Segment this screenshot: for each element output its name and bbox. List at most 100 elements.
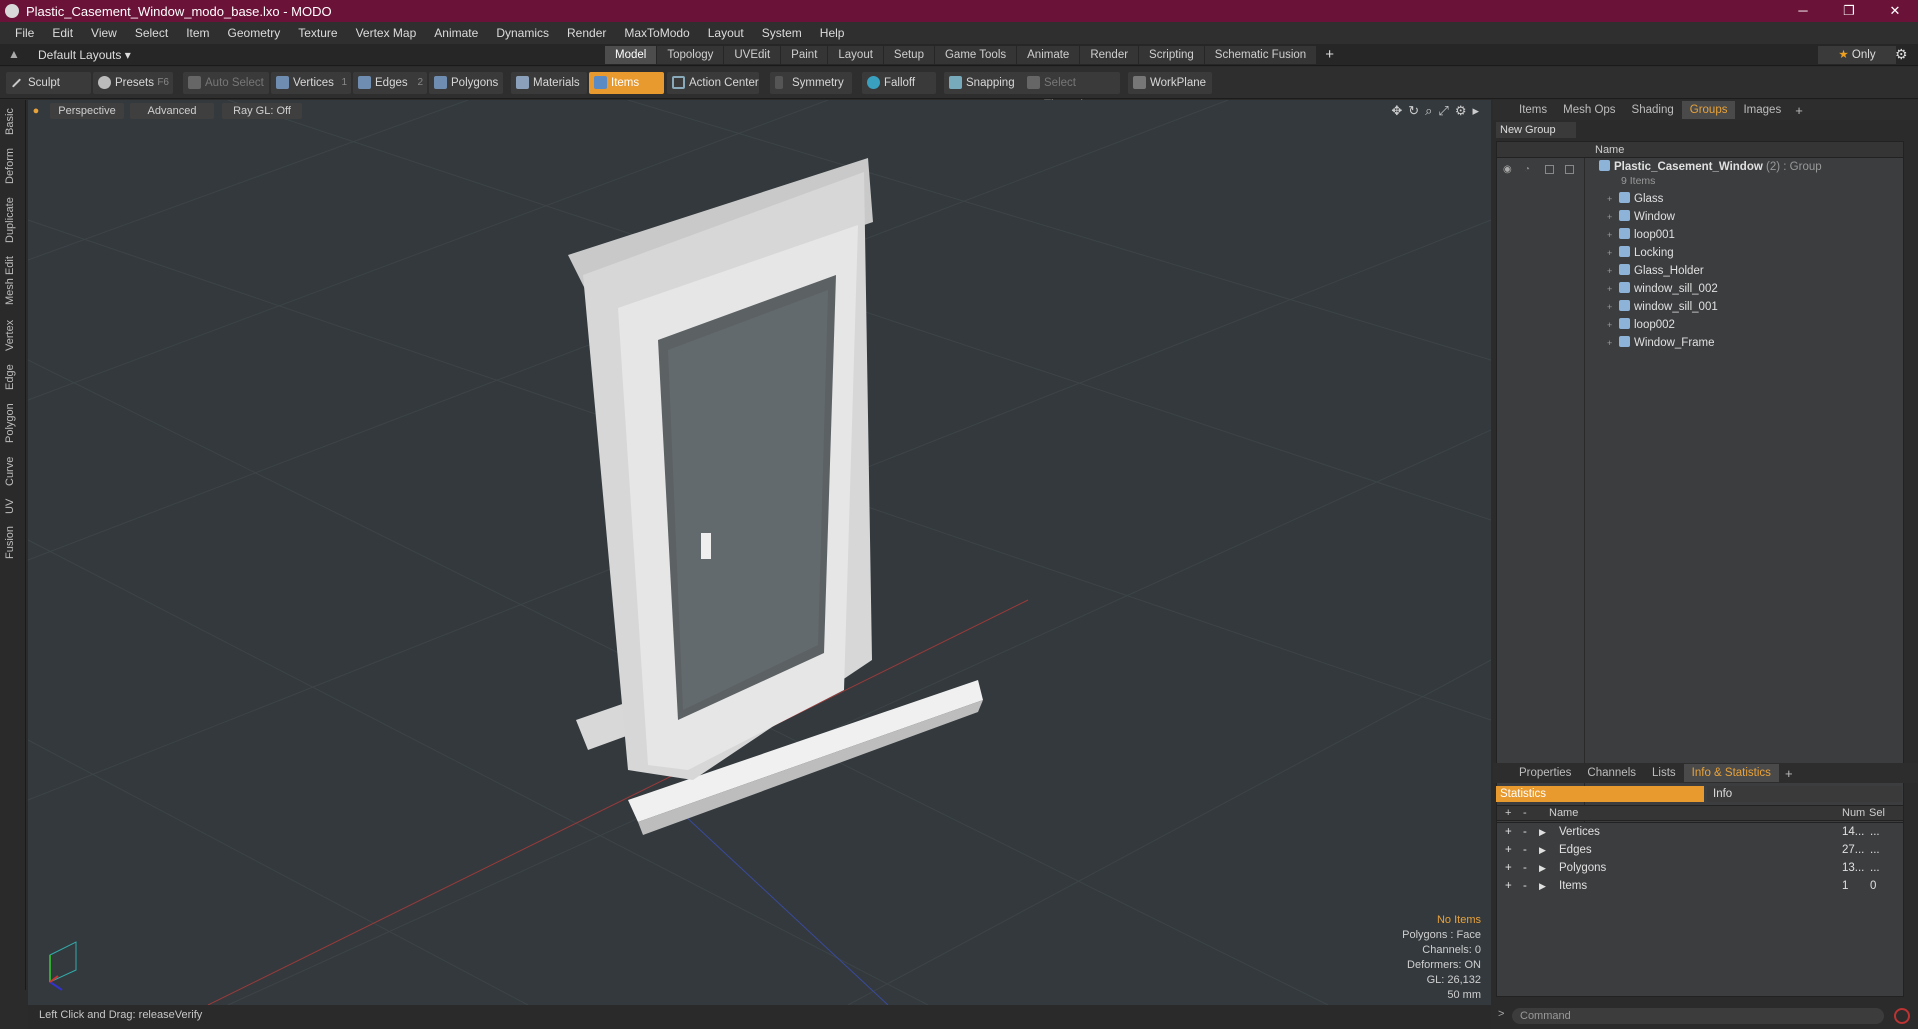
action-center-button[interactable]: Action Center <box>667 72 759 94</box>
left-tab-vertex[interactable]: Vertex <box>4 314 22 356</box>
menu-geometry[interactable]: Geometry <box>219 26 290 40</box>
list-item[interactable]: + Window_Frame <box>1607 334 1715 352</box>
polygons-button[interactable]: Polygons <box>429 72 503 94</box>
viewport-gear-icon[interactable]: ⚙ <box>1455 103 1467 119</box>
tab-images[interactable]: Images <box>1735 101 1789 119</box>
add-tab-button[interactable]: + <box>1317 46 1342 64</box>
fit-icon[interactable]: ⤢ <box>1438 103 1448 119</box>
select-through-button[interactable]: Select Through <box>1022 72 1120 111</box>
left-tab-edge[interactable]: Edge <box>4 360 22 394</box>
tab-schematic-fusion[interactable]: Schematic Fusion <box>1204 46 1317 64</box>
close-button[interactable]: ✕ <box>1872 0 1918 22</box>
advanced-dropdown[interactable]: Advanced <box>130 103 214 119</box>
tab-items[interactable]: Items <box>1511 101 1555 119</box>
render-toggle-icon[interactable] <box>1545 165 1554 174</box>
add-bottom-tab-icon[interactable]: + <box>1779 766 1799 781</box>
left-tab-duplicate[interactable]: Duplicate <box>4 192 22 248</box>
tab-animate[interactable]: Animate <box>1017 46 1080 64</box>
list-item[interactable]: + loop002 <box>1607 316 1675 334</box>
zoom-icon[interactable]: ⌕ <box>1425 103 1432 119</box>
tab-mesh-ops[interactable]: Mesh Ops <box>1555 101 1623 119</box>
list-item[interactable]: + loop001 <box>1607 226 1675 244</box>
list-item[interactable]: + window_sill_002 <box>1607 280 1718 298</box>
vertices-button[interactable]: Vertices 1 <box>271 72 351 94</box>
menu-animate[interactable]: Animate <box>425 26 487 40</box>
table-row[interactable]: + - ▶ Items 1 0 <box>1497 877 1903 895</box>
add-panel-tab-icon[interactable]: + <box>1789 103 1809 118</box>
tab-layout[interactable]: Layout <box>828 46 883 64</box>
minimize-button[interactable]: ─ <box>1780 0 1826 22</box>
tab-info-statistics[interactable]: Info & Statistics <box>1683 764 1779 782</box>
viewport-menu-icon[interactable]: ● <box>31 103 41 119</box>
tab-lists[interactable]: Lists <box>1644 764 1684 782</box>
info-tab[interactable]: Info <box>1707 786 1902 802</box>
tab-topology[interactable]: Topology <box>657 46 724 64</box>
statistics-tab[interactable]: Statistics <box>1496 786 1704 802</box>
list-item[interactable]: + window_sill_001 <box>1607 298 1718 316</box>
left-tab-polygon[interactable]: Polygon <box>4 398 22 448</box>
list-item[interactable]: + Window <box>1607 208 1675 226</box>
tab-scripting[interactable]: Scripting <box>1139 46 1204 64</box>
maximize-button[interactable]: ❐ <box>1826 0 1872 22</box>
gear-icon[interactable]: ⚙ <box>1895 46 1908 63</box>
menu-system[interactable]: System <box>753 26 811 40</box>
collapse-icon[interactable]: ▲ <box>8 47 20 61</box>
menu-help[interactable]: Help <box>811 26 854 40</box>
table-row[interactable]: + - ▶ Edges 27...... <box>1497 841 1903 859</box>
items-button[interactable]: Items <box>589 72 664 94</box>
left-tab-fusion[interactable]: Fusion <box>4 522 22 562</box>
materials-button[interactable]: Materials <box>511 72 587 94</box>
menu-layout[interactable]: Layout <box>699 26 753 40</box>
tab-properties[interactable]: Properties <box>1511 764 1579 782</box>
tab-model[interactable]: Model <box>605 46 657 64</box>
menu-file[interactable]: File <box>6 26 43 40</box>
tab-channels[interactable]: Channels <box>1579 764 1644 782</box>
select-toggle-icon[interactable] <box>1565 165 1574 174</box>
record-icon[interactable] <box>1894 1008 1910 1024</box>
menu-select[interactable]: Select <box>126 26 177 40</box>
raygl-dropdown[interactable]: Ray GL: Off <box>222 103 302 119</box>
menu-vertex-map[interactable]: Vertex Map <box>347 26 426 40</box>
expand-all-icon[interactable]: + <box>1505 806 1511 820</box>
sculpt-button[interactable]: Sculpt <box>6 72 91 94</box>
symmetry-button[interactable]: Symmetry <box>770 72 852 94</box>
menu-dynamics[interactable]: Dynamics <box>487 26 558 40</box>
table-row[interactable]: + - ▶ Polygons 13...... <box>1497 859 1903 877</box>
menu-maxtomodo[interactable]: MaxToModo <box>615 26 698 40</box>
menu-edit[interactable]: Edit <box>43 26 82 40</box>
tab-paint[interactable]: Paint <box>781 46 828 64</box>
left-tab-deform[interactable]: Deform <box>4 144 22 188</box>
menu-view[interactable]: View <box>82 26 126 40</box>
command-input[interactable]: Command <box>1512 1008 1884 1024</box>
left-tab-uv[interactable]: UV <box>4 494 22 518</box>
tab-setup[interactable]: Setup <box>883 46 934 64</box>
snapping-button[interactable]: Snapping <box>944 72 1026 94</box>
falloff-button[interactable]: Falloff <box>862 72 936 94</box>
rotate-icon[interactable]: ↻ <box>1408 103 1419 119</box>
tab-game-tools[interactable]: Game Tools <box>934 46 1017 64</box>
menu-texture[interactable]: Texture <box>289 26 346 40</box>
tab-shading[interactable]: Shading <box>1624 101 1682 119</box>
expand-arrow-icon[interactable]: ▸ <box>1472 103 1479 119</box>
auto-select-button[interactable]: Auto Select <box>183 72 269 94</box>
edges-button[interactable]: Edges 2 <box>353 72 427 94</box>
collapse-all-icon[interactable]: - <box>1523 806 1527 820</box>
view-mode-dropdown[interactable]: Perspective <box>50 103 124 119</box>
tab-uvedit[interactable]: UVEdit <box>724 46 781 64</box>
workplane-button[interactable]: WorkPlane <box>1128 72 1212 94</box>
new-group-button[interactable]: New Group <box>1496 122 1576 138</box>
left-tab-curve[interactable]: Curve <box>4 452 22 490</box>
tab-groups[interactable]: Groups <box>1681 101 1736 119</box>
presets-button[interactable]: Presets F6 <box>93 72 173 94</box>
list-item[interactable]: + Locking <box>1607 244 1674 262</box>
list-item[interactable]: + Glass_Holder <box>1607 262 1704 280</box>
pan-icon[interactable]: ✥ <box>1391 103 1402 119</box>
layouts-dropdown[interactable]: Default Layouts ▾ <box>38 48 131 62</box>
lock-icon[interactable]: ◔ <box>1524 164 1530 175</box>
list-item[interactable]: + Glass <box>1607 190 1663 208</box>
tab-render[interactable]: Render <box>1080 46 1139 64</box>
eye-icon[interactable]: ◉ <box>1503 164 1512 175</box>
only-button[interactable]: ★ Only <box>1818 46 1896 64</box>
left-tab-mesh-edit[interactable]: Mesh Edit <box>4 252 22 310</box>
table-row[interactable]: + - ▶ Vertices 14...... <box>1497 823 1903 841</box>
